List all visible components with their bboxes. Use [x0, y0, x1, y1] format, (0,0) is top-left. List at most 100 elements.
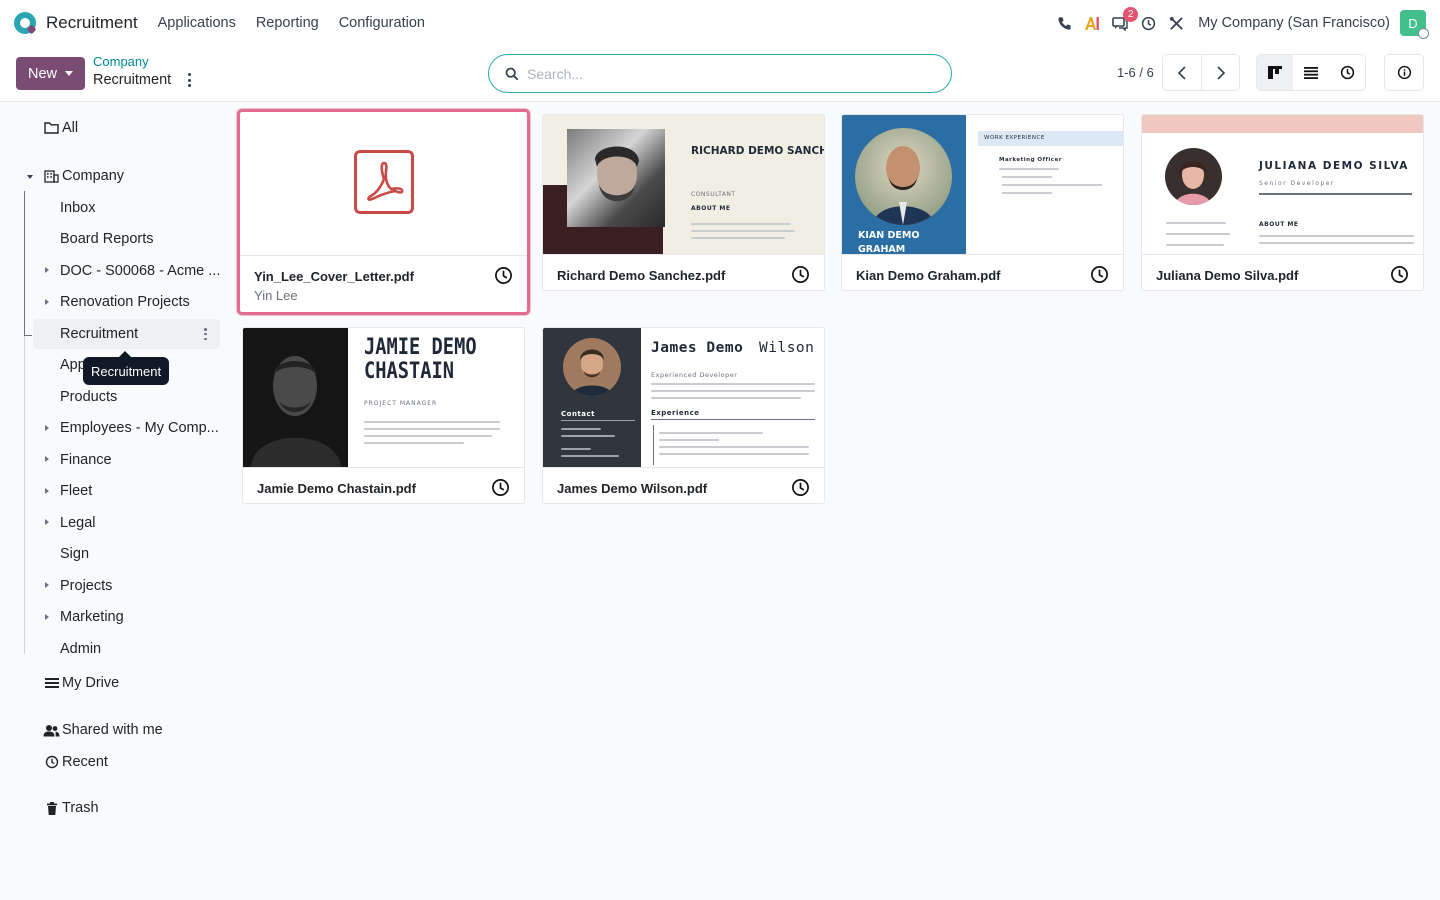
document-card[interactable]: JAMIE DEMO CHASTAIN PROJECT MANAGER Jami… — [242, 327, 525, 504]
ai-icon[interactable] — [1078, 9, 1106, 37]
document-thumbnail — [240, 112, 527, 255]
thumb-title-line2: CHASTAIN — [364, 359, 455, 384]
sidebar-item-inbox[interactable]: Inbox — [60, 193, 95, 223]
top-navbar: Recruitment Applications Reporting Confi… — [0, 0, 1440, 46]
document-card[interactable]: RICHARD DEMO SANCHEZ CONSULTANT ABOUT ME… — [542, 114, 825, 291]
list-icon — [1304, 66, 1318, 79]
sidebar-item-finance[interactable]: Finance — [60, 445, 112, 475]
caret-right-icon[interactable] — [45, 456, 49, 462]
pager-value[interactable]: 1-6 / 6 — [1117, 65, 1154, 80]
caret-right-icon[interactable] — [45, 582, 49, 588]
sidebar-item-company[interactable]: Company — [43, 161, 124, 191]
tools-icon[interactable] — [1162, 9, 1190, 37]
thumb-title: RICHARD DEMO SANCHEZ — [691, 145, 824, 157]
sidebar-item-recent[interactable]: Recent — [43, 747, 108, 777]
sidebar-item-label: Finance — [60, 452, 112, 468]
company-switcher[interactable]: My Company (San Francisco) — [1198, 15, 1390, 31]
caret-right-icon[interactable] — [45, 299, 49, 305]
thumb-role: Marketing Officer — [999, 157, 1062, 163]
pager-buttons — [1162, 54, 1240, 91]
activity-clock-icon[interactable] — [791, 478, 810, 497]
sidebar-item-sign[interactable]: Sign — [60, 539, 89, 569]
pager-next-button[interactable] — [1201, 55, 1239, 90]
folder-actions-kebab-icon[interactable] — [204, 328, 207, 340]
caret-right-icon[interactable] — [45, 614, 49, 620]
document-card[interactable]: KIAN DEMO GRAHAM WORK EXPERIENCE Marketi… — [841, 114, 1124, 291]
pdf-file-icon — [354, 150, 414, 214]
thumb-section: ABOUT ME — [691, 205, 731, 212]
app-name[interactable]: Recruitment — [46, 13, 138, 33]
portrait-photo — [567, 129, 665, 227]
sidebar-item-label: Recruitment — [60, 326, 139, 342]
new-button[interactable]: New — [16, 57, 85, 90]
info-button[interactable] — [1384, 54, 1424, 91]
sidebar-item-label: Inbox — [60, 200, 96, 216]
sidebar-item-fleet[interactable]: Fleet — [60, 476, 92, 506]
messages-icon[interactable]: 2 — [1106, 7, 1139, 37]
kanban-view-button[interactable] — [1257, 55, 1293, 90]
sidebar-item-label: Products — [60, 389, 118, 405]
document-name: Kian Demo Graham.pdf — [856, 268, 1001, 283]
caret-right-icon[interactable] — [45, 519, 49, 525]
portrait-photo — [1165, 148, 1222, 205]
sidebar-item-label: Trash — [62, 800, 99, 816]
caret-down-icon[interactable] — [27, 175, 33, 179]
sidebar-item-label: Projects — [60, 578, 113, 594]
portrait-photo — [855, 128, 952, 225]
caret-right-icon[interactable] — [45, 267, 49, 273]
sidebar-item-recruitment[interactable]: Recruitment — [60, 319, 138, 349]
sidebar-item-label: Marketing — [60, 609, 124, 625]
activity-clock-icon[interactable] — [494, 266, 513, 285]
folder-tooltip: Recruitment — [83, 351, 170, 385]
app-logo-icon[interactable] — [14, 12, 36, 34]
activity-clock-icon[interactable] — [1134, 9, 1162, 37]
sidebar-item-label: Admin — [60, 641, 102, 657]
activity-clock-icon[interactable] — [791, 265, 810, 284]
activity-clock-icon[interactable] — [1090, 265, 1109, 284]
user-avatar[interactable]: D — [1400, 10, 1429, 39]
sidebar-item-board-reports[interactable]: Board Reports — [60, 224, 154, 254]
menu-configuration[interactable]: Configuration — [339, 15, 425, 31]
tree-line-secondary — [24, 336, 25, 654]
actions-kebab-icon[interactable] — [182, 73, 196, 87]
list-view-button[interactable] — [1293, 55, 1329, 90]
sidebar-item-legal[interactable]: Legal — [60, 508, 95, 538]
sidebar-item-projects[interactable]: Projects — [60, 571, 112, 601]
menu-applications[interactable]: Applications — [158, 15, 236, 31]
sidebar-item-label: Renovation Projects — [60, 294, 190, 310]
menu-reporting[interactable]: Reporting — [256, 15, 319, 31]
thumb-section: WORK EXPERIENCE — [984, 135, 1045, 141]
breadcrumb-parent[interactable]: Company — [93, 54, 171, 69]
sidebar-item-label: Fleet — [60, 483, 93, 499]
activity-view-button[interactable] — [1329, 55, 1365, 90]
sidebar-item-renovation-projects[interactable]: Renovation Projects — [60, 287, 190, 317]
document-card[interactable]: JULIANA DEMO SILVA Senior Developer ABOU… — [1141, 114, 1424, 291]
activity-clock-icon[interactable] — [491, 478, 510, 497]
hdd-icon — [43, 677, 60, 689]
document-card[interactable]: Yin_Lee_Cover_Letter.pdf Yin Lee — [237, 109, 530, 315]
thumb-title: JULIANA DEMO SILVA — [1259, 160, 1409, 172]
tree-line — [24, 191, 25, 336]
sidebar-item-products[interactable]: Products — [60, 382, 117, 412]
sidebar-item-applications[interactable]: App — [60, 350, 86, 380]
sidebar-item-label: DOC - S00068 - Acme ... — [60, 263, 221, 279]
sidebar-item-employees[interactable]: Employees - My Comp... — [60, 413, 219, 443]
phone-icon[interactable] — [1050, 9, 1078, 37]
sidebar-item-all[interactable]: All — [43, 113, 78, 143]
sidebar-item-my-drive[interactable]: My Drive — [43, 668, 119, 698]
search-input[interactable] — [527, 65, 927, 82]
document-name: Jamie Demo Chastain.pdf — [257, 481, 416, 496]
document-card[interactable]: Contact James Demo Wilson Experienced De… — [542, 327, 825, 504]
sidebar-item-admin[interactable]: Admin — [60, 634, 101, 664]
breadcrumb-current: Recruitment — [93, 72, 172, 88]
sidebar-item-trash[interactable]: Trash — [43, 793, 99, 823]
sidebar-item-doc-acme[interactable]: DOC - S00068 - Acme ... — [60, 256, 220, 286]
sidebar-item-marketing[interactable]: Marketing — [60, 602, 124, 632]
activity-clock-icon[interactable] — [1390, 265, 1409, 284]
caret-right-icon[interactable] — [45, 488, 49, 494]
pager-previous-button[interactable] — [1163, 55, 1201, 90]
document-thumbnail: JAMIE DEMO CHASTAIN PROJECT MANAGER — [243, 328, 524, 467]
document-owner: Yin Lee — [254, 288, 298, 303]
sidebar-item-shared[interactable]: Shared with me — [43, 715, 163, 745]
caret-right-icon[interactable] — [45, 425, 49, 431]
